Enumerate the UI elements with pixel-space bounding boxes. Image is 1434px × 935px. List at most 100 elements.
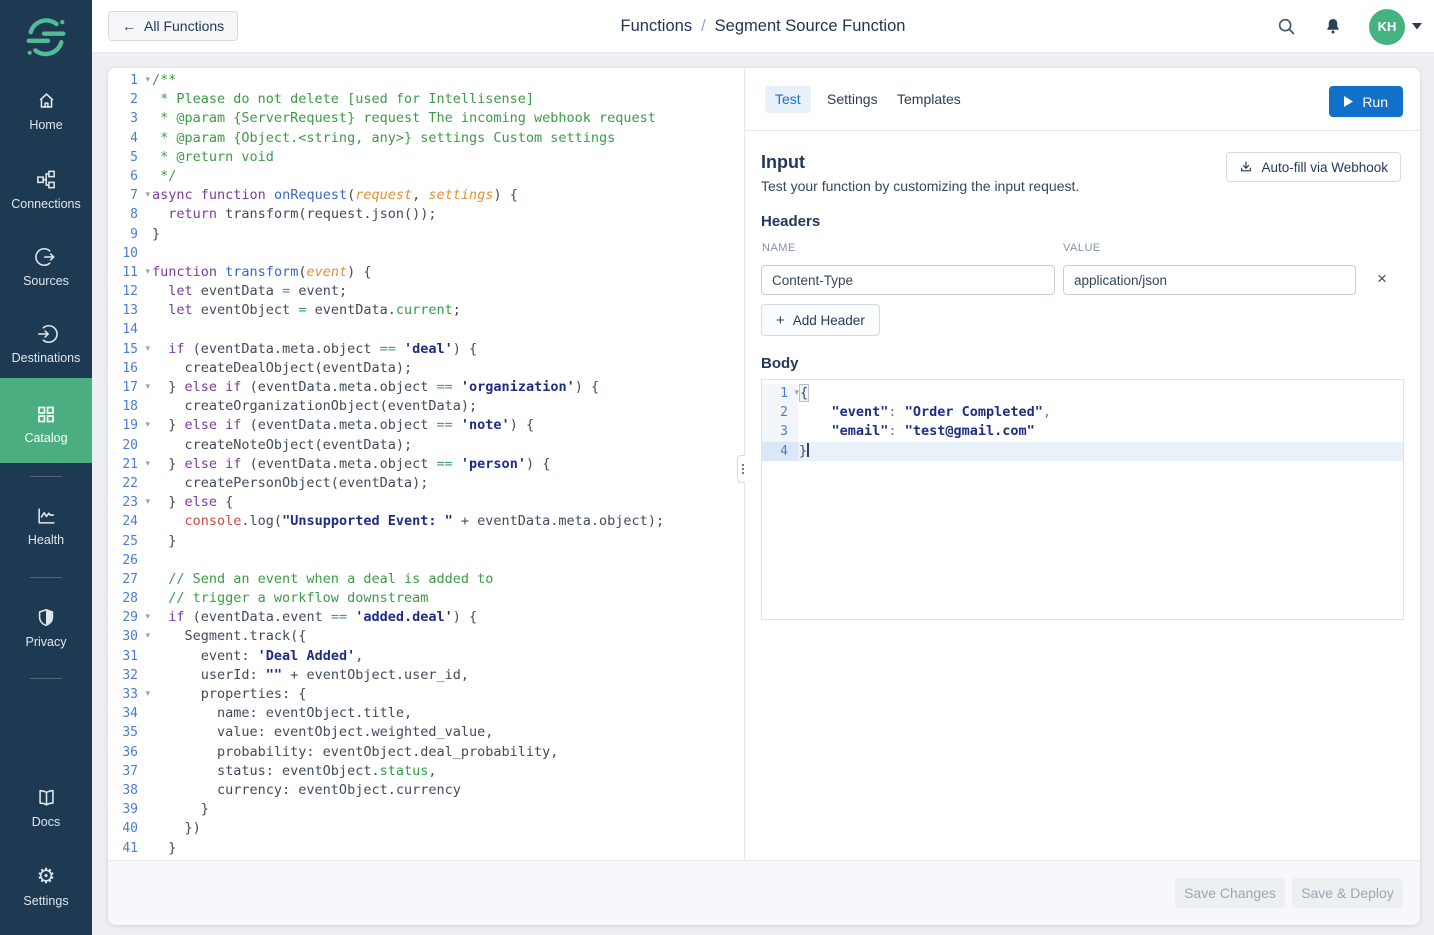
code-line[interactable]: 37 status: eventObject.status,: [108, 762, 744, 781]
line-number-gutter[interactable]: 17▾: [108, 378, 152, 397]
code-line[interactable]: 34 name: eventObject.title,: [108, 704, 744, 723]
code-line[interactable]: 15▾ if (eventData.meta.object == 'deal')…: [108, 340, 744, 359]
line-number-gutter[interactable]: 22: [108, 474, 152, 493]
fold-arrow-icon[interactable]: ▾: [145, 608, 150, 627]
sidebar-item-home[interactable]: Home: [0, 90, 92, 132]
sidebar-item-health[interactable]: Health: [0, 505, 92, 547]
header-value-input[interactable]: [1063, 265, 1356, 295]
code-line[interactable]: 4}: [762, 442, 1403, 461]
line-number-gutter[interactable]: 23▾: [108, 493, 152, 512]
code-line[interactable]: 26: [108, 551, 744, 570]
line-number-gutter[interactable]: 7▾: [108, 186, 152, 205]
remove-header-button[interactable]: ×: [1370, 267, 1394, 291]
code-line[interactable]: 36 probability: eventObject.deal_probabi…: [108, 743, 744, 762]
code-line[interactable]: 2 * Please do not delete [used for Intel…: [108, 90, 744, 109]
fold-arrow-icon[interactable]: ▾: [145, 186, 150, 205]
code-line[interactable]: 6 */: [108, 167, 744, 186]
line-number-gutter[interactable]: 19▾: [108, 416, 152, 435]
code-line[interactable]: 41 }: [108, 839, 744, 858]
code-line[interactable]: 40 }): [108, 819, 744, 838]
code-line[interactable]: 11▾function transform(event) {: [108, 263, 744, 282]
line-number-gutter[interactable]: 1▾: [762, 384, 798, 403]
code-line[interactable]: 4 * @param {Object.<string, any>} settin…: [108, 129, 744, 148]
code-line[interactable]: 14: [108, 320, 744, 339]
code-line[interactable]: 13 let eventObject = eventData.current;: [108, 301, 744, 320]
line-number-gutter[interactable]: 2: [108, 90, 152, 109]
sidebar-item-docs[interactable]: Docs: [0, 787, 92, 829]
line-number-gutter[interactable]: 31: [108, 647, 152, 666]
line-number-gutter[interactable]: 26: [108, 551, 152, 570]
code-line[interactable]: 3 * @param {ServerRequest} request The i…: [108, 109, 744, 128]
tab-templates[interactable]: Templates: [887, 86, 971, 113]
code-editor[interactable]: 1▾/**2 * Please do not delete [used for …: [108, 68, 744, 860]
code-line[interactable]: 9}: [108, 225, 744, 244]
sidebar-item-destinations[interactable]: Destinations: [0, 323, 92, 365]
fold-arrow-icon[interactable]: ▾: [145, 455, 150, 474]
code-line[interactable]: 3 "email": "test@gmail.com": [762, 422, 1403, 441]
code-line[interactable]: 24 console.log("Unsupported Event: " + e…: [108, 512, 744, 531]
code-line[interactable]: 38 currency: eventObject.currency: [108, 781, 744, 800]
line-number-gutter[interactable]: 3: [762, 422, 798, 441]
code-line[interactable]: 18 createOrganizationObject(eventData);: [108, 397, 744, 416]
line-number-gutter[interactable]: 18: [108, 397, 152, 416]
line-number-gutter[interactable]: 5: [108, 148, 152, 167]
line-number-gutter[interactable]: 16: [108, 359, 152, 378]
code-line[interactable]: 17▾ } else if (eventData.meta.object == …: [108, 378, 744, 397]
code-line[interactable]: 30▾ Segment.track({: [108, 627, 744, 646]
code-line[interactable]: 10: [108, 244, 744, 263]
code-line[interactable]: 31 event: 'Deal Added',: [108, 647, 744, 666]
breadcrumb-parent[interactable]: Functions: [621, 17, 693, 36]
line-number-gutter[interactable]: 27: [108, 570, 152, 589]
code-line[interactable]: 25 }: [108, 532, 744, 551]
avatar[interactable]: KH: [1369, 9, 1405, 45]
code-line[interactable]: 23▾ } else {: [108, 493, 744, 512]
line-number-gutter[interactable]: 14: [108, 320, 152, 339]
line-number-gutter[interactable]: 37: [108, 762, 152, 781]
code-line[interactable]: 32 userId: "" + eventObject.user_id,: [108, 666, 744, 685]
fold-arrow-icon[interactable]: ▾: [145, 71, 150, 90]
line-number-gutter[interactable]: 40: [108, 819, 152, 838]
code-line[interactable]: 8 return transform(request.json());: [108, 205, 744, 224]
line-number-gutter[interactable]: 8: [108, 205, 152, 224]
line-number-gutter[interactable]: 32: [108, 666, 152, 685]
search-icon[interactable]: [1276, 16, 1297, 37]
save-changes-button[interactable]: Save Changes: [1175, 878, 1285, 908]
run-button[interactable]: Run: [1329, 86, 1403, 117]
code-line[interactable]: 7▾async function onRequest(request, sett…: [108, 186, 744, 205]
code-line[interactable]: 1▾/**: [108, 71, 744, 90]
sidebar-item-sources[interactable]: Sources: [0, 246, 92, 288]
code-line[interactable]: 22 createPersonObject(eventData);: [108, 474, 744, 493]
line-number-gutter[interactable]: 1▾: [108, 71, 152, 90]
line-number-gutter[interactable]: 33▾: [108, 685, 152, 704]
code-line[interactable]: 39 }: [108, 800, 744, 819]
code-line[interactable]: 12 let eventData = event;: [108, 282, 744, 301]
line-number-gutter[interactable]: 13: [108, 301, 152, 320]
line-number-gutter[interactable]: 10: [108, 244, 152, 263]
line-number-gutter[interactable]: 12: [108, 282, 152, 301]
autofill-webhook-button[interactable]: Auto-fill via Webhook: [1226, 152, 1401, 182]
segment-logo-icon[interactable]: [0, 14, 92, 65]
line-number-gutter[interactable]: 29▾: [108, 608, 152, 627]
line-number-gutter[interactable]: 2: [762, 403, 798, 422]
line-number-gutter[interactable]: 34: [108, 704, 152, 723]
line-number-gutter[interactable]: 35: [108, 723, 152, 742]
code-line[interactable]: 16 createDealObject(eventData);: [108, 359, 744, 378]
fold-arrow-icon[interactable]: ▾: [145, 416, 150, 435]
line-number-gutter[interactable]: 6: [108, 167, 152, 186]
line-number-gutter[interactable]: 3: [108, 109, 152, 128]
add-header-button[interactable]: + Add Header: [761, 304, 880, 336]
body-json-editor[interactable]: 1▾{2 "event": "Order Completed",3 "email…: [761, 379, 1404, 620]
sidebar-item-privacy[interactable]: Privacy: [0, 607, 92, 649]
line-number-gutter[interactable]: 25: [108, 532, 152, 551]
fold-arrow-icon[interactable]: ▾: [794, 384, 799, 403]
line-number-gutter[interactable]: 15▾: [108, 340, 152, 359]
code-line[interactable]: 20 createNoteObject(eventData);: [108, 436, 744, 455]
tab-settings[interactable]: Settings: [817, 86, 888, 113]
code-line[interactable]: 27 // Send an event when a deal is added…: [108, 570, 744, 589]
user-menu[interactable]: KH: [1369, 9, 1422, 45]
line-number-gutter[interactable]: 4: [762, 442, 798, 461]
code-line[interactable]: 5 * @return void: [108, 148, 744, 167]
line-number-gutter[interactable]: 20: [108, 436, 152, 455]
fold-arrow-icon[interactable]: ▾: [145, 493, 150, 512]
line-number-gutter[interactable]: 30▾: [108, 627, 152, 646]
